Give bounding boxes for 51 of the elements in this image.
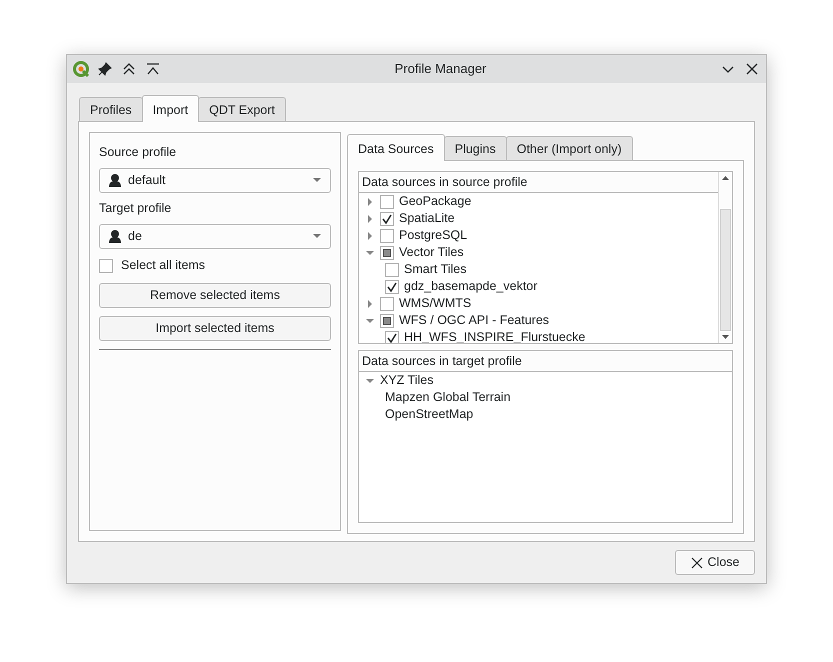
action-button[interactable]: Import selected items <box>99 316 331 340</box>
shade-icon[interactable] <box>145 61 161 77</box>
window-title: Profile Manager <box>394 60 488 78</box>
checkbox[interactable] <box>380 212 394 226</box>
keep-above-icon[interactable] <box>121 61 137 77</box>
profile-dropdown[interactable]: default <box>99 168 331 193</box>
field-label: Target profile <box>99 200 172 217</box>
field-label: Source profile <box>99 144 178 161</box>
tab[interactable]: Other (Import only) <box>506 136 633 160</box>
expand-arrow-icon[interactable] <box>365 298 375 308</box>
tab[interactable]: QDT Export <box>198 97 286 121</box>
tree-item-label: WMS/WMTS <box>399 295 472 312</box>
expand-arrow-icon[interactable] <box>365 196 375 206</box>
tree-item-label: gdz_basemapde_vektor <box>404 278 538 296</box>
tree-item-label: SpatiaLite <box>399 210 455 228</box>
checkbox[interactable] <box>99 258 113 272</box>
expand-arrow-icon[interactable] <box>365 230 375 240</box>
profile-dropdown[interactable]: de <box>99 224 331 248</box>
checkbox[interactable] <box>380 246 394 260</box>
app-logo-icon <box>73 61 89 77</box>
user-icon <box>108 173 122 188</box>
checkbox[interactable] <box>380 314 394 328</box>
tree-item[interactable]: Mapzen Global Terrain <box>385 388 511 407</box>
tab[interactable]: Plugins <box>444 136 507 160</box>
pin-icon[interactable] <box>97 61 113 77</box>
tree-item-label: PostgreSQL <box>399 227 468 244</box>
tree-item[interactable]: OpenStreetMap <box>385 405 474 424</box>
close-icon <box>690 556 703 568</box>
tree-item-label: Smart Tiles <box>404 261 467 278</box>
tab[interactable]: Data Sources <box>347 134 445 161</box>
tree-item-label: WFS / OGC API - Features <box>399 312 550 330</box>
action-button[interactable]: Remove selected items <box>99 282 331 308</box>
checkbox[interactable] <box>385 262 399 276</box>
tab[interactable]: Import <box>142 95 200 122</box>
close-icon[interactable] <box>744 61 760 77</box>
checkbox[interactable] <box>380 296 394 310</box>
checkbox[interactable] <box>380 194 394 208</box>
checkbox[interactable] <box>385 330 399 343</box>
tree-item-label: Vector Tiles <box>399 244 464 262</box>
checkbox[interactable] <box>385 280 399 294</box>
scrollbar[interactable] <box>718 172 732 343</box>
tree-item-label: GeoPackage <box>399 193 472 210</box>
user-icon <box>108 229 122 243</box>
caret-icon <box>312 177 322 184</box>
tab[interactable]: Profiles <box>79 97 143 121</box>
tree-item[interactable]: XYZ Tiles <box>380 371 434 390</box>
expand-arrow-icon[interactable] <box>365 214 375 224</box>
checkbox-label: Select all items <box>121 257 206 274</box>
caret-icon <box>312 233 322 239</box>
checkbox[interactable] <box>380 228 394 242</box>
close-button[interactable]: Close <box>675 550 755 575</box>
